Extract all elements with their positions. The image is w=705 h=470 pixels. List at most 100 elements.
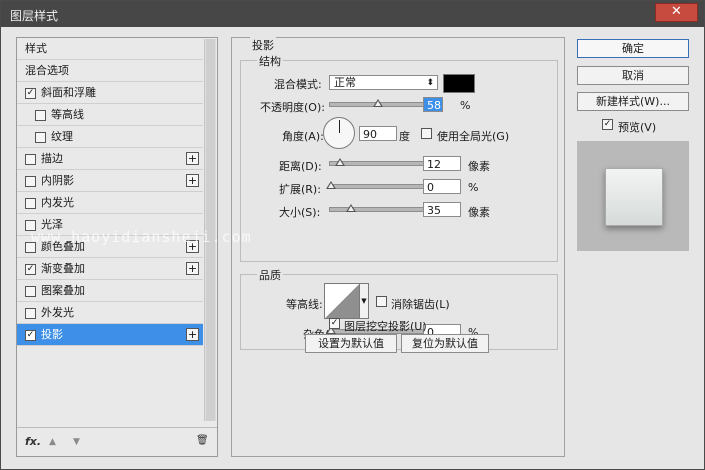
opacity-input[interactable]: 58 [423,97,443,112]
add-effect-icon[interactable]: + [186,152,199,165]
style-item-label: 等高线 [51,108,84,121]
reset-default-button[interactable]: 复位为默认值 [401,334,489,353]
style-item-checkbox[interactable] [35,132,46,143]
spread-slider-track[interactable] [329,184,424,189]
opacity-label: 不透明度(O): [260,101,325,114]
cancel-button[interactable]: 取消 [577,66,689,85]
distance-slider-thumb[interactable] [335,158,345,166]
size-slider-thumb[interactable] [346,204,356,212]
style-item-label: 投影 [41,328,63,341]
style-item-label: 内阴影 [41,174,74,187]
style-item-checkbox[interactable] [25,154,36,165]
global-light-label: 使用全局光(G) [437,130,510,143]
shadow-color-swatch[interactable] [443,74,475,93]
preview-label: 预览(V) [618,121,657,134]
distance-label: 距离(D): [279,160,322,173]
style-item[interactable]: 外发光 [17,302,203,324]
size-slider-track[interactable] [329,207,424,212]
spread-label: 扩展(R): [279,183,321,196]
style-item[interactable]: ✓ 渐变叠加 + [17,258,203,280]
blend-mode-label: 混合模式: [274,78,322,91]
style-item[interactable]: ✓ 投影 + [17,324,203,346]
style-item-checkbox[interactable]: ✓ [25,330,36,341]
trash-icon[interactable]: 🗑 [196,435,209,446]
preview-checkbox[interactable]: ✓ [602,119,613,130]
spread-slider-thumb[interactable] [326,181,336,189]
add-effect-icon[interactable]: + [186,328,199,341]
contour-label: 等高线: [286,298,323,311]
fx-icon[interactable]: fx. [25,435,41,448]
style-item[interactable]: ✓ 斜面和浮雕 [17,82,203,104]
preview-swatch [605,168,663,226]
select-arrows-icon: ⬍ [426,78,434,88]
opacity-unit: % [460,99,471,112]
watermark: www.haoyidiansheji.com [31,228,252,246]
style-item-label: 描边 [41,152,63,165]
style-item[interactable]: 内发光 [17,192,203,214]
blend-mode-select[interactable]: 正常 ⬍ [329,75,438,90]
style-item[interactable]: 样式 [17,38,203,60]
style-item-checkbox[interactable] [25,176,36,187]
global-light-checkbox[interactable] [421,128,432,139]
contour-preview[interactable] [324,283,360,319]
dialog-title: 图层样式 [10,9,59,23]
styles-list: 样式 混合选项 ✓ 斜面和浮雕 等高线 纹理 描边 + 内阴影 + 内发光 光泽 颜色叠加 + ✓ 渐变叠加 +… [17,38,203,346]
size-unit: 像素 [468,206,490,219]
style-item[interactable]: 描边 + [17,148,203,170]
quality-title: 品质 [257,267,283,283]
style-item-label: 混合选项 [25,64,69,77]
quality-group: 品质 等高线: ▼ 消除锯齿(L) 杂色(N): 0 % [240,267,558,350]
move-down-icon[interactable]: ▼ [73,437,80,447]
contour-dropdown-icon[interactable]: ▼ [359,283,369,319]
style-item-label: 斜面和浮雕 [41,86,96,99]
angle-input[interactable]: 90 [359,126,397,141]
style-item-checkbox[interactable] [25,198,36,209]
styles-footer: fx. ▲ ▼ 🗑 [17,427,217,456]
style-item-checkbox[interactable] [35,110,46,121]
structure-title: 结构 [257,53,283,69]
layer-style-dialog: 图层样式 ✕ 样式 混合选项 ✓ 斜面和浮雕 等高线 纹理 描边 + 内阴影 + 内发光 光泽 颜色叠加… [0,0,705,470]
knockout-checkbox[interactable]: ✓ [329,318,340,329]
distance-unit: 像素 [468,160,490,173]
add-effect-icon[interactable]: + [186,262,199,275]
drop-shadow-panel: 投影 结构 混合模式: 正常 ⬍ 不透明度(O): 58 % 角度(A): 90… [231,37,565,457]
drop-shadow-title: 投影 [250,37,276,53]
close-button[interactable]: ✕ [655,3,698,22]
style-item[interactable]: 混合选项 [17,60,203,82]
opacity-slider-thumb[interactable] [373,99,383,107]
distance-input[interactable]: 12 [423,156,461,171]
style-item-label: 渐变叠加 [41,262,85,275]
structure-group: 结构 混合模式: 正常 ⬍ 不透明度(O): 58 % 角度(A): 90 度 … [240,53,558,262]
size-label: 大小(S): [279,206,321,219]
style-item-label: 样式 [25,42,47,55]
style-item-checkbox[interactable] [25,286,36,297]
style-item[interactable]: 等高线 [17,104,203,126]
style-item-label: 图案叠加 [41,284,85,297]
style-item-checkbox[interactable]: ✓ [25,264,36,275]
move-up-icon[interactable]: ▲ [49,437,56,447]
blend-mode-value: 正常 [334,76,356,89]
knockout-label: 图层挖空投影(U) [344,320,427,333]
add-effect-icon[interactable]: + [186,174,199,187]
style-item-label: 外发光 [41,306,74,319]
style-item-checkbox[interactable]: ✓ [25,88,36,99]
size-input[interactable]: 35 [423,202,461,217]
style-item-checkbox[interactable] [25,308,36,319]
make-default-button[interactable]: 设置为默认值 [305,334,397,353]
spread-input[interactable]: 0 [423,179,461,194]
antialias-checkbox[interactable] [376,296,387,307]
style-item[interactable]: 内阴影 + [17,170,203,192]
title-bar[interactable]: 图层样式 ✕ [1,1,704,27]
angle-dial[interactable] [323,117,355,149]
new-style-button[interactable]: 新建样式(W)... [577,92,689,111]
antialias-label: 消除锯齿(L) [391,298,450,311]
style-item[interactable]: 图案叠加 [17,280,203,302]
style-item-label: 纹理 [51,130,73,143]
style-item-label: 内发光 [41,196,74,209]
angle-unit: 度 [399,130,410,143]
spread-unit: % [468,181,479,194]
style-item[interactable]: 纹理 [17,126,203,148]
style-preview [577,141,689,251]
angle-dial-needle [339,120,340,133]
ok-button[interactable]: 确定 [577,39,689,58]
